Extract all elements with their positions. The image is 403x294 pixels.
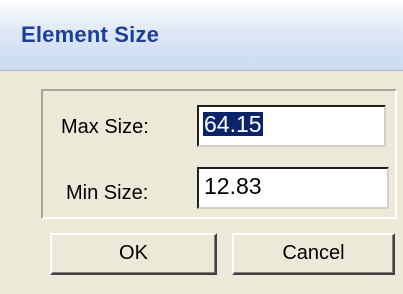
cancel-button-label: Cancel	[282, 242, 345, 264]
min-size-value: 12.83	[204, 173, 262, 199]
max-size-label: Max Size:	[61, 116, 149, 138]
max-size-value: 64.15	[203, 111, 263, 137]
min-size-field[interactable]: 12.83	[197, 167, 389, 209]
title-bar[interactable]: Element Size	[0, 0, 403, 71]
ok-button-label: OK	[119, 242, 148, 264]
cancel-button[interactable]: Cancel	[232, 233, 395, 275]
window-title: Element Size	[21, 22, 160, 47]
max-size-field[interactable]: 64.15	[197, 105, 386, 147]
min-size-label: Min Size:	[66, 182, 149, 204]
ok-button[interactable]: OK	[50, 233, 217, 275]
